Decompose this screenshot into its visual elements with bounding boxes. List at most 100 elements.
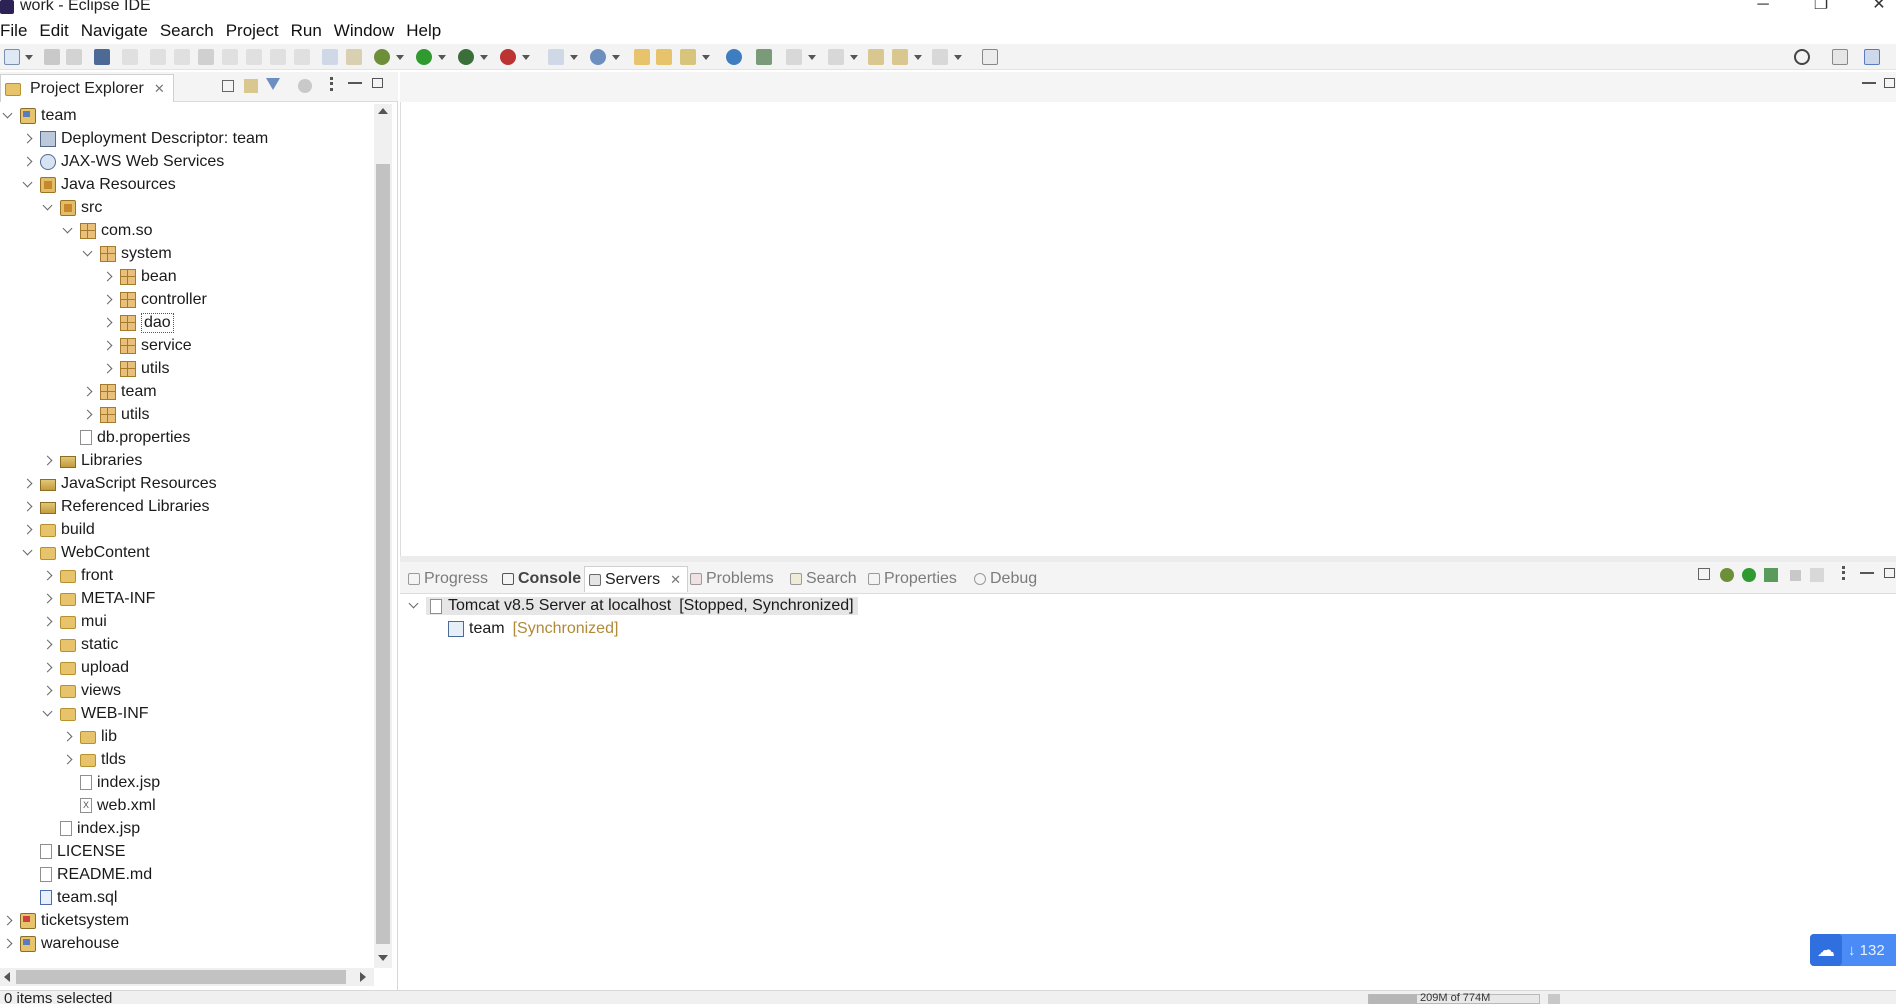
sync-icon[interactable]	[756, 49, 772, 65]
menu-run[interactable]: Run	[291, 21, 334, 41]
open-browser-icon[interactable]	[726, 49, 742, 65]
scroll-left-icon[interactable]	[4, 972, 10, 982]
editor-maximize-icon[interactable]	[1884, 78, 1895, 88]
menu-window[interactable]: Window	[334, 21, 406, 41]
tree-item[interactable]: index.jsp	[42, 817, 140, 840]
tree-item[interactable]: Libraries	[42, 449, 142, 472]
menu-project[interactable]: Project	[226, 21, 291, 41]
chevron-right-icon[interactable]	[102, 271, 114, 283]
run-dropdown-icon[interactable]	[438, 55, 446, 60]
chevron-down-icon[interactable]	[22, 179, 34, 191]
coverage-dropdown-icon[interactable]	[480, 55, 488, 60]
new-server-icon[interactable]	[548, 49, 564, 65]
tab-progress[interactable]: Progress	[408, 566, 488, 592]
server-row[interactable]: Tomcat v8.5 Server at localhost [Stopped…	[408, 594, 858, 618]
debug-icon[interactable]	[374, 49, 390, 65]
profile-server-icon[interactable]	[1764, 568, 1778, 582]
collapse-servers-icon[interactable]	[1698, 568, 1710, 580]
next-annotation-icon[interactable]	[786, 49, 802, 65]
search-tool-icon[interactable]	[680, 49, 696, 65]
publish-icon[interactable]	[1810, 568, 1824, 582]
chevron-down-icon[interactable]	[42, 202, 54, 214]
tree-item[interactable]: ticketsystem	[2, 909, 129, 932]
scroll-down-icon[interactable]	[378, 955, 388, 961]
tab-project-explorer[interactable]: Project Explorer ✕	[0, 74, 174, 102]
chevron-right-icon[interactable]	[62, 731, 74, 743]
new-java-class-icon[interactable]	[590, 49, 606, 65]
tree-item[interactable]: WebContent	[22, 541, 150, 564]
horizontal-scroll-thumb[interactable]	[16, 970, 346, 984]
menu-edit[interactable]: Edit	[39, 21, 80, 41]
chevron-right-icon[interactable]	[22, 133, 34, 145]
use-step-filters-icon[interactable]	[322, 49, 338, 65]
external-tools-dropdown-icon[interactable]	[522, 55, 530, 60]
chevron-right-icon[interactable]	[42, 685, 54, 697]
tree-item[interactable]: service	[102, 334, 192, 357]
tab-servers[interactable]: Servers ✕	[584, 566, 689, 592]
tab-console[interactable]: Console	[502, 566, 581, 592]
open-task-icon[interactable]	[656, 49, 672, 65]
chevron-down-icon[interactable]	[62, 225, 74, 237]
tree-item[interactable]: src	[42, 196, 102, 219]
tree-item[interactable]: team	[82, 380, 157, 403]
search-icon[interactable]	[1794, 49, 1810, 65]
collapse-all-icon[interactable]	[222, 80, 234, 92]
tree-item[interactable]: system	[82, 242, 172, 265]
forward-dropdown-icon[interactable]	[954, 55, 962, 60]
disconnect-icon[interactable]	[222, 49, 238, 65]
tree-item[interactable]: mui	[42, 610, 107, 633]
tree-item[interactable]: bean	[102, 265, 177, 288]
tree-item[interactable]: JAX-WS Web Services	[22, 150, 224, 173]
tree-item[interactable]: com.so	[62, 219, 153, 242]
tree-item[interactable]: Deployment Descriptor: team	[22, 127, 268, 150]
chevron-right-icon[interactable]	[102, 317, 114, 329]
link-with-editor-icon[interactable]	[244, 79, 258, 93]
tab-properties[interactable]: Properties	[868, 566, 957, 592]
open-perspective-icon[interactable]	[1832, 49, 1848, 65]
new-java-class-dropdown-icon[interactable]	[612, 55, 620, 60]
servers-minimize-icon[interactable]	[1860, 572, 1874, 574]
resume-icon[interactable]	[150, 49, 166, 65]
prev-annotation-icon[interactable]	[828, 49, 844, 65]
menu-search[interactable]: Search	[160, 21, 226, 41]
back-icon[interactable]	[892, 49, 908, 65]
suspend-icon[interactable]	[174, 49, 190, 65]
tab-debug[interactable]: Debug	[974, 566, 1037, 592]
tree-item[interactable]: JavaScript Resources	[22, 472, 217, 495]
menu-navigate[interactable]: Navigate	[81, 21, 160, 41]
minimize-button[interactable]: ─	[1740, 0, 1786, 18]
step-into-icon[interactable]	[246, 49, 262, 65]
start-debug-server-icon[interactable]	[1720, 568, 1734, 582]
chevron-right-icon[interactable]	[62, 754, 74, 766]
prev-annotation-dropdown-icon[interactable]	[850, 55, 858, 60]
new-server-dropdown-icon[interactable]	[570, 55, 578, 60]
java-ee-perspective-icon[interactable]	[1864, 49, 1880, 65]
next-annotation-dropdown-icon[interactable]	[808, 55, 816, 60]
close-button[interactable]: ✕	[1856, 0, 1896, 18]
scroll-up-icon[interactable]	[378, 108, 388, 114]
step-return-icon[interactable]	[294, 49, 310, 65]
chevron-right-icon[interactable]	[42, 570, 54, 582]
terminal-icon[interactable]	[94, 49, 110, 65]
last-edit-icon[interactable]	[868, 49, 884, 65]
close-servers-tab-icon[interactable]: ✕	[670, 572, 681, 588]
tree-item[interactable]: team	[2, 104, 77, 127]
chevron-right-icon[interactable]	[2, 938, 14, 950]
new-icon[interactable]	[4, 49, 20, 65]
toggle-block-icon[interactable]	[346, 49, 362, 65]
tree-item[interactable]: Xweb.xml	[62, 794, 156, 817]
editor-minimize-icon[interactable]	[1862, 82, 1876, 84]
tree-item[interactable]: Referenced Libraries	[22, 495, 210, 518]
tab-search[interactable]: Search	[790, 566, 857, 592]
chevron-right-icon[interactable]	[22, 501, 34, 513]
cloud-sync-widget[interactable]: ☁ ↓ 132	[1810, 934, 1896, 966]
chevron-down-icon[interactable]	[2, 110, 14, 122]
tree-item[interactable]: index.jsp	[62, 771, 160, 794]
chevron-down-icon[interactable]	[22, 547, 34, 559]
chevron-right-icon[interactable]	[42, 593, 54, 605]
chevron-right-icon[interactable]	[22, 478, 34, 490]
maximize-button[interactable]: ❐	[1798, 0, 1844, 18]
chevron-right-icon[interactable]	[22, 156, 34, 168]
menu-file[interactable]: File	[0, 21, 39, 41]
debug-dropdown-icon[interactable]	[396, 55, 404, 60]
